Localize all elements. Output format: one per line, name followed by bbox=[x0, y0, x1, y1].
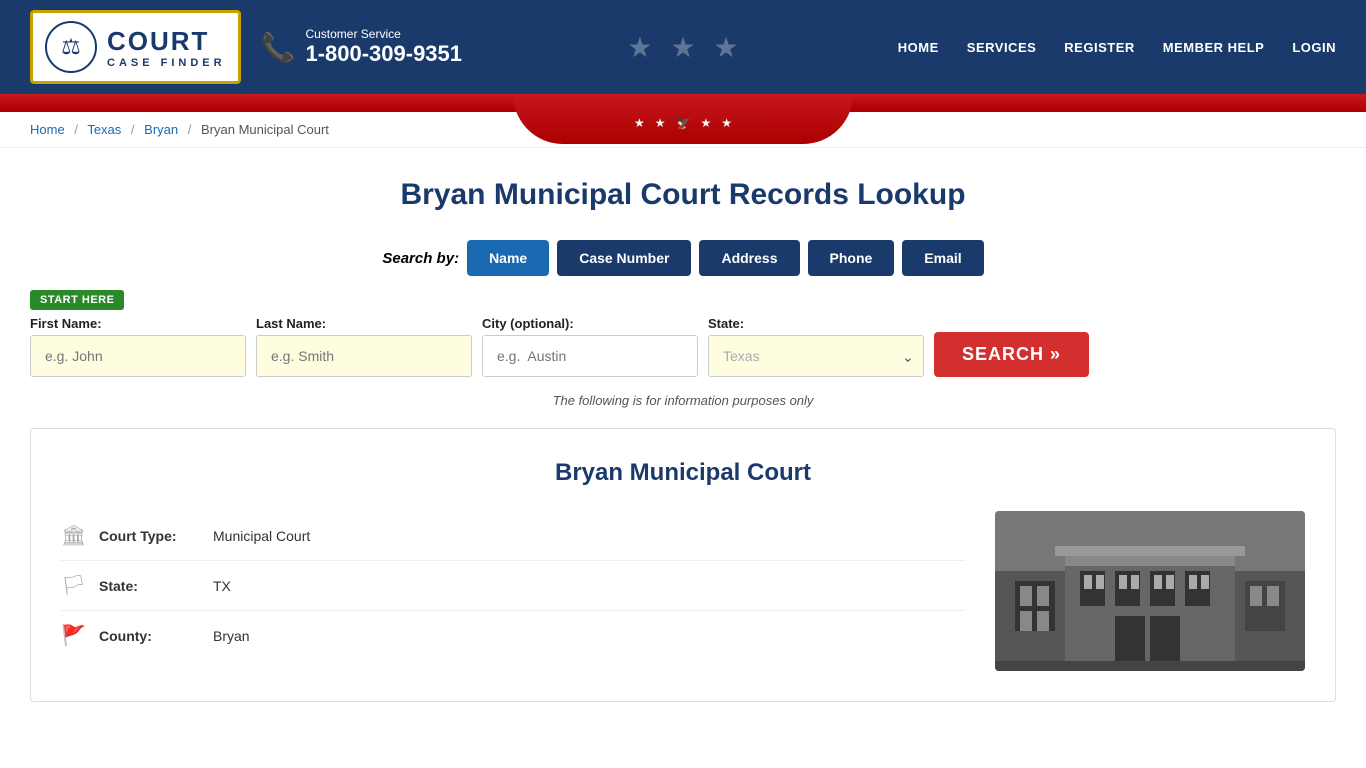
breadcrumb-sep: / bbox=[188, 122, 192, 137]
phone-icon: 📞 bbox=[261, 31, 296, 64]
header-phone: 📞 Customer Service 1-800-309-9351 bbox=[261, 27, 462, 67]
logo-text: COURT CASE FINDER bbox=[107, 26, 226, 69]
table-row: 🏳 State: TX bbox=[61, 561, 965, 611]
main-content: Bryan Municipal Court Records Lookup Sea… bbox=[0, 148, 1366, 732]
search-section: START HERE First Name: Last Name: City (… bbox=[30, 290, 1336, 377]
county-icon: 🚩 bbox=[61, 623, 85, 648]
star-icon: ★ bbox=[627, 31, 652, 64]
tab-address[interactable]: Address bbox=[699, 240, 799, 276]
logo-emblem: ⚖ bbox=[45, 21, 97, 73]
eagle-icon: 🦅 bbox=[676, 116, 691, 130]
stars-top: ★ ★ ★ bbox=[627, 31, 738, 64]
star-icon: ★ bbox=[700, 116, 711, 130]
star-icon: ★ bbox=[670, 31, 695, 64]
nav-login[interactable]: LOGIN bbox=[1292, 40, 1336, 55]
city-label: City (optional): bbox=[482, 316, 698, 331]
state-group: State: Texas Alabama Alaska California F… bbox=[708, 316, 924, 377]
search-by-row: Search by: Name Case Number Address Phon… bbox=[30, 240, 1336, 276]
phone-details: Customer Service 1-800-309-9351 bbox=[305, 27, 462, 67]
breadcrumb-texas[interactable]: Texas bbox=[87, 122, 121, 137]
breadcrumb-bryan[interactable]: Bryan bbox=[144, 122, 178, 137]
search-by-label: Search by: bbox=[382, 250, 459, 267]
county-value: Bryan bbox=[213, 628, 250, 644]
breadcrumb-sep: / bbox=[74, 122, 78, 137]
main-nav: HOME SERVICES REGISTER MEMBER HELP LOGIN bbox=[898, 40, 1336, 55]
state-detail-label: State: bbox=[99, 578, 199, 594]
info-note: The following is for information purpose… bbox=[30, 393, 1336, 408]
site-header: ⚖ COURT CASE FINDER 📞 Customer Service 1… bbox=[0, 0, 1366, 94]
arch-curve: ★ ★ 🦅 ★ ★ bbox=[513, 94, 853, 144]
city-group: City (optional): bbox=[482, 316, 698, 377]
county-label: County: bbox=[99, 628, 199, 644]
star-icon: ★ bbox=[714, 31, 739, 64]
search-button[interactable]: SEARCH » bbox=[934, 332, 1089, 377]
state-select[interactable]: Texas Alabama Alaska California Florida … bbox=[708, 335, 924, 377]
court-info-layout: 🏛 Court Type: Municipal Court 🏳 State: T… bbox=[61, 511, 1305, 671]
tab-email[interactable]: Email bbox=[902, 240, 983, 276]
table-row: 🏛 Court Type: Municipal Court bbox=[61, 511, 965, 561]
state-flag-icon: 🏳 bbox=[61, 573, 85, 598]
header-left: ⚖ COURT CASE FINDER 📞 Customer Service 1… bbox=[30, 10, 462, 84]
breadcrumb-home[interactable]: Home bbox=[30, 122, 65, 137]
arch-decoration: ★ ★ 🦅 ★ ★ bbox=[634, 116, 732, 130]
nav-register[interactable]: REGISTER bbox=[1064, 40, 1134, 55]
star-icon: ★ bbox=[721, 116, 732, 130]
header-decoration: ★ ★ ★ bbox=[627, 31, 738, 64]
customer-service-label: Customer Service bbox=[305, 27, 462, 41]
last-name-input[interactable] bbox=[256, 335, 472, 377]
court-box-title: Bryan Municipal Court bbox=[61, 459, 1305, 487]
logo-case-finder-label: CASE FINDER bbox=[107, 57, 226, 69]
state-wrapper: Texas Alabama Alaska California Florida … bbox=[708, 335, 924, 377]
nav-services[interactable]: SERVICES bbox=[967, 40, 1037, 55]
tab-phone[interactable]: Phone bbox=[808, 240, 895, 276]
building-illustration bbox=[995, 511, 1305, 671]
last-name-group: Last Name: bbox=[256, 316, 472, 377]
tab-name[interactable]: Name bbox=[467, 240, 549, 276]
court-info-box: Bryan Municipal Court 🏛 Court Type: Muni… bbox=[30, 428, 1336, 702]
star-icon: ★ bbox=[634, 116, 645, 130]
nav-home[interactable]: HOME bbox=[898, 40, 939, 55]
start-here-badge: START HERE bbox=[30, 290, 124, 310]
tab-case-number[interactable]: Case Number bbox=[557, 240, 691, 276]
table-row: 🚩 County: Bryan bbox=[61, 611, 965, 660]
first-name-label: First Name: bbox=[30, 316, 246, 331]
logo-court-label: COURT bbox=[107, 26, 226, 57]
state-detail-value: TX bbox=[213, 578, 231, 594]
page-title: Bryan Municipal Court Records Lookup bbox=[30, 178, 1336, 212]
last-name-label: Last Name: bbox=[256, 316, 472, 331]
phone-number: 1-800-309-9351 bbox=[305, 41, 462, 67]
court-type-label: Court Type: bbox=[99, 528, 199, 544]
search-form: First Name: Last Name: City (optional): … bbox=[30, 316, 1336, 377]
breadcrumb-sep: / bbox=[131, 122, 135, 137]
star-icon: ★ bbox=[655, 116, 666, 130]
court-image bbox=[995, 511, 1305, 671]
first-name-group: First Name: bbox=[30, 316, 246, 377]
breadcrumb-current: Bryan Municipal Court bbox=[201, 122, 329, 137]
state-label: State: bbox=[708, 316, 924, 331]
arch-bar: ★ ★ 🦅 ★ ★ bbox=[0, 94, 1366, 112]
first-name-input[interactable] bbox=[30, 335, 246, 377]
nav-member-help[interactable]: MEMBER HELP bbox=[1163, 40, 1265, 55]
court-type-icon: 🏛 bbox=[61, 523, 85, 548]
court-details: 🏛 Court Type: Municipal Court 🏳 State: T… bbox=[61, 511, 965, 671]
logo: ⚖ COURT CASE FINDER bbox=[30, 10, 241, 84]
court-type-value: Municipal Court bbox=[213, 528, 310, 544]
city-input[interactable] bbox=[482, 335, 698, 377]
